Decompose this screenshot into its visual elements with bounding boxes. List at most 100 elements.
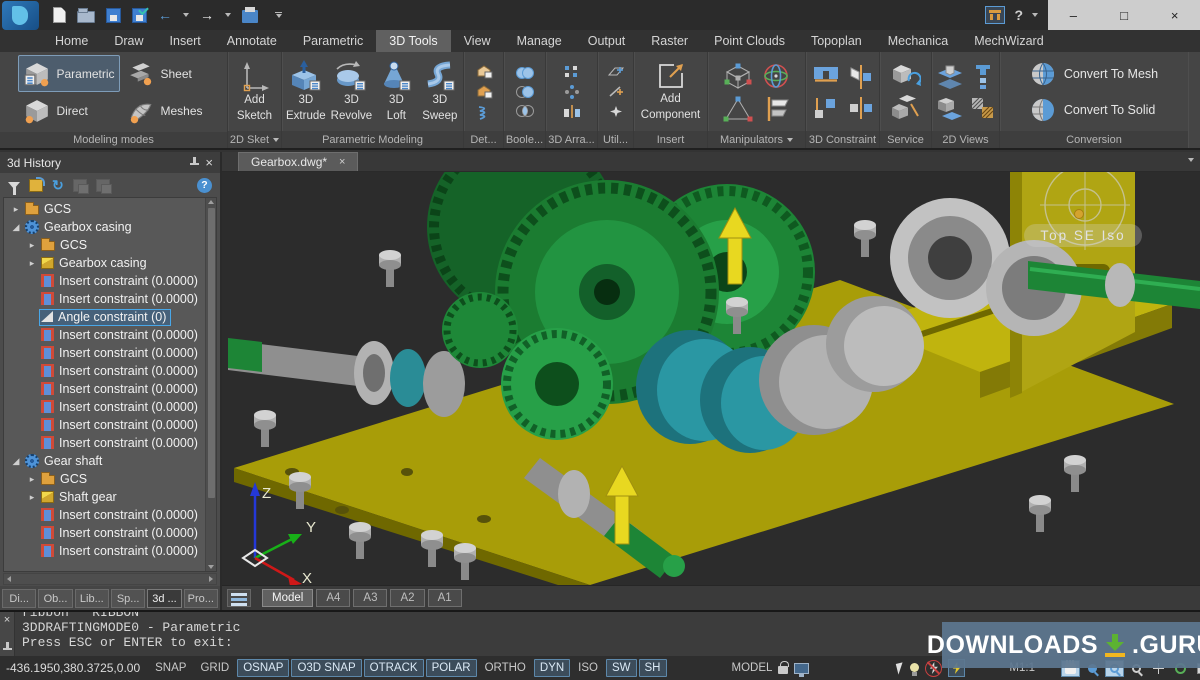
maximize-button[interactable]: □ (1099, 0, 1150, 30)
tree-item[interactable]: ▸ Shaft gear (4, 488, 205, 506)
sweep-3d-button[interactable]: 3D Sweep (420, 57, 460, 125)
workspace-icon[interactable] (985, 6, 1005, 24)
tree-item[interactable]: ▸ GCS (4, 470, 205, 488)
layout-tab[interactable]: A1 (428, 589, 462, 607)
sheet-list-icon[interactable] (227, 589, 251, 607)
tree-item[interactable]: ◢ Gearbox casing (4, 218, 205, 236)
unsuppress-icon[interactable] (96, 179, 110, 192)
scroll-left-icon[interactable] (7, 576, 11, 582)
tree-item[interactable]: ▸ GCS (4, 200, 205, 218)
expand-arrow-icon[interactable]: ◢ (9, 456, 23, 467)
ribbon-tab[interactable]: 3D Tools (376, 30, 450, 52)
view-orientation-badge[interactable]: Top SE Iso (1024, 224, 1142, 247)
union-icon[interactable] (515, 66, 535, 80)
save-icon[interactable] (106, 8, 121, 23)
status-toggle[interactable]: SW (606, 659, 637, 677)
print-icon[interactable] (242, 10, 258, 23)
pin-command-line-icon[interactable] (3, 642, 12, 653)
expand-arrow-icon[interactable]: ▸ (25, 240, 39, 251)
status-toggle[interactable]: O3D SNAP (291, 659, 361, 677)
redo-icon[interactable]: → (200, 7, 214, 24)
subtract-icon[interactable] (515, 85, 535, 99)
sheet-mode-button[interactable]: Sheet (122, 55, 208, 92)
add-plane-icon[interactable] (607, 64, 625, 79)
rotate-manipulator-icon[interactable] (762, 62, 790, 90)
expand-arrow-icon[interactable]: ▸ (25, 258, 39, 269)
tree-item[interactable]: Insert constraint (0.0000) (4, 290, 205, 308)
help-icon[interactable]: ? (1014, 7, 1023, 23)
tree-item[interactable]: Angle constraint (0) (4, 308, 205, 326)
solid-add-icon[interactable] (475, 63, 493, 79)
status-toggle[interactable]: ISO (572, 659, 604, 677)
rect-array-icon[interactable] (563, 64, 581, 79)
document-tab[interactable]: Gearbox.dwg* × (238, 152, 358, 171)
scroll-right-icon[interactable] (209, 576, 213, 582)
ribbon-tab[interactable]: Annotate (214, 30, 290, 52)
lock-icon[interactable] (778, 666, 788, 674)
layout-tab[interactable]: A3 (353, 589, 387, 607)
update-model-icon[interactable] (891, 63, 921, 89)
group-menu-chevron-icon[interactable] (787, 138, 793, 142)
constraint-filter-icon[interactable] (29, 179, 43, 192)
tree-item[interactable]: Insert constraint (0.0000) (4, 542, 205, 560)
convert-to-mesh-button[interactable]: Convert To Mesh (1020, 59, 1168, 89)
panel-help-icon[interactable]: ? (197, 178, 212, 193)
space-label[interactable]: MODEL (732, 662, 773, 674)
ribbon-tab[interactable]: Raster (638, 30, 701, 52)
detail-view-icon[interactable] (937, 96, 963, 120)
expand-arrow-icon[interactable]: ▸ (25, 492, 39, 503)
ribbon-tab[interactable]: Output (575, 30, 639, 52)
ribbon-tab[interactable]: View (451, 30, 504, 52)
expand-arrow-icon[interactable]: ▸ (25, 474, 39, 485)
scroll-up-icon[interactable] (208, 200, 214, 204)
dock-tab[interactable]: Sp... (111, 589, 145, 608)
suppress-icon[interactable] (73, 179, 87, 192)
new-file-icon[interactable] (53, 7, 66, 23)
scale-manipulator-icon[interactable] (723, 96, 753, 122)
dock-tab[interactable]: Pro... (184, 589, 218, 608)
viewport-menu-chevron-icon[interactable] (1188, 158, 1194, 162)
ribbon-tab[interactable]: Insert (157, 30, 214, 52)
add-sketch-button[interactable]: Add Sketch (231, 57, 278, 125)
ribbon-tab[interactable]: Home (42, 30, 101, 52)
tree-item[interactable]: ◢ Gear shaft (4, 452, 205, 470)
polar-array-icon[interactable] (563, 84, 581, 99)
ribbon-tab[interactable]: Manage (504, 30, 575, 52)
refresh-icon[interactable]: ↻ (52, 179, 64, 192)
convert-to-solid-button[interactable]: Convert To Solid (1020, 95, 1168, 125)
dock-tab[interactable]: 3d ... (147, 589, 181, 608)
undo-history-chevron-icon[interactable] (183, 13, 189, 17)
layout-tab[interactable]: A4 (316, 589, 350, 607)
ribbon-tab[interactable]: Parametric (290, 30, 376, 52)
tree-item[interactable]: Insert constraint (0.0000) (4, 344, 205, 362)
ribbon-tab[interactable]: Topoplan (798, 30, 875, 52)
group-menu-chevron-icon[interactable] (273, 138, 279, 142)
help-menu-chevron-icon[interactable] (1032, 13, 1038, 17)
expand-arrow-icon[interactable]: ◢ (9, 222, 23, 233)
pin-panel-icon[interactable] (190, 157, 199, 168)
status-toggle[interactable]: DYN (534, 659, 570, 677)
ribbon-tab[interactable]: Point Clouds (701, 30, 798, 52)
tree-item[interactable]: Insert constraint (0.0000) (4, 416, 205, 434)
tangent-constraint-icon[interactable] (849, 64, 873, 90)
spring-icon[interactable] (475, 105, 493, 121)
ribbon-tab[interactable]: Mechanica (875, 30, 961, 52)
minimize-button[interactable]: – (1048, 0, 1099, 30)
tree-item[interactable]: Insert constraint (0.0000) (4, 506, 205, 524)
lights-icon[interactable] (910, 663, 919, 672)
close-panel-icon[interactable]: × (205, 156, 213, 169)
toolbar-overflow-icon[interactable] (275, 12, 282, 19)
selection-cursor-icon[interactable] (896, 662, 905, 674)
section-view-icon[interactable] (937, 64, 963, 90)
status-toggle[interactable]: SH (639, 659, 667, 677)
nanocad-logo-icon[interactable] (2, 1, 39, 30)
save-all-icon[interactable] (132, 8, 147, 23)
tree-item[interactable]: Insert constraint (0.0000) (4, 434, 205, 452)
expand-arrow-icon[interactable]: ▸ (9, 204, 23, 215)
status-toggle[interactable]: GRID (194, 659, 235, 677)
undo-icon[interactable]: ← (158, 7, 172, 24)
insert-constraint-icon[interactable] (848, 96, 874, 120)
parametric-mode-button[interactable]: Parametric (18, 55, 120, 92)
extrude-3d-button[interactable]: 3D Extrude (285, 57, 327, 125)
quick-properties-off-icon[interactable] (925, 660, 942, 677)
